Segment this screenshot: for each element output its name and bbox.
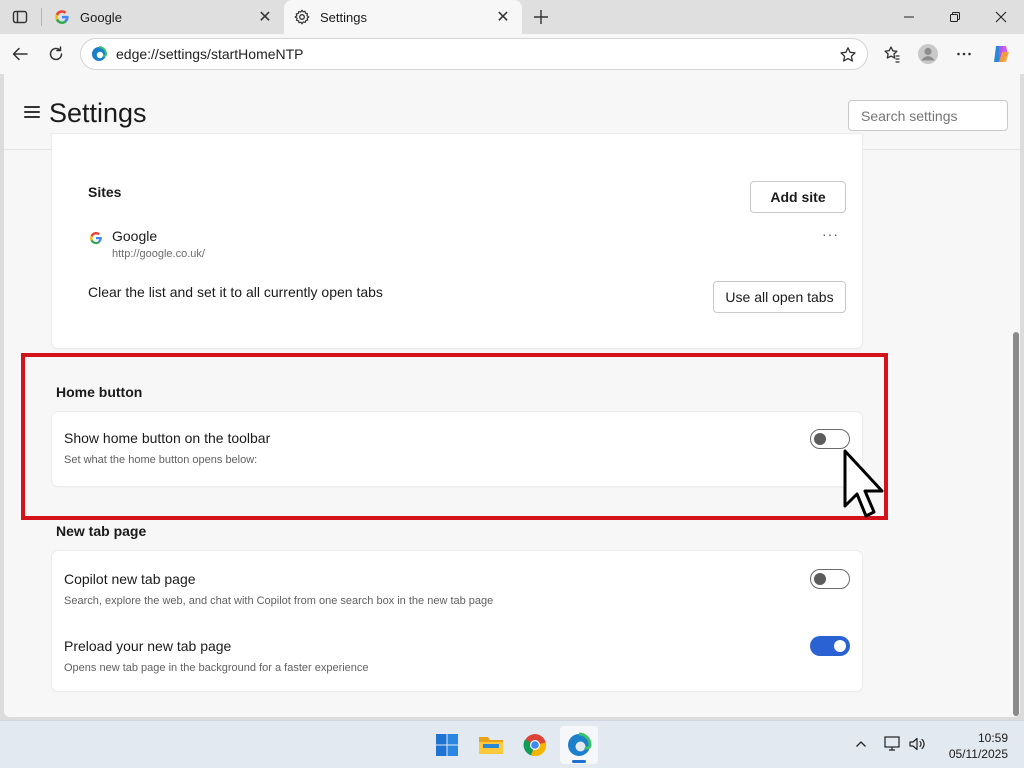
close-tab-icon[interactable]: ✕ — [256, 8, 274, 26]
new-tab-page-card: Copilot new tab page Search, explore the… — [52, 551, 862, 691]
volume-icon[interactable] — [906, 733, 928, 755]
copilot-new-tab-toggle[interactable] — [810, 569, 850, 589]
browser-toolbar: edge://settings/startHomeNTP — [0, 34, 1024, 74]
add-site-button[interactable]: Add site — [750, 181, 846, 213]
profile-avatar-icon[interactable] — [914, 40, 942, 68]
windows-start-icon[interactable] — [428, 726, 466, 764]
tab-title: Settings — [320, 9, 367, 25]
new-tab-page-section-title: New tab page — [56, 523, 147, 539]
tab-settings[interactable]: Settings ✕ — [284, 0, 522, 34]
system-clock[interactable]: 10:59 05/11/2025 — [930, 730, 1008, 762]
site-name: Google — [112, 228, 158, 244]
clock-time: 10:59 — [977, 731, 1008, 745]
windows-taskbar: 10:59 05/11/2025 — [0, 720, 1024, 768]
preload-new-tab-description: Opens new tab page in the background for… — [64, 662, 369, 674]
site-more-options-icon[interactable]: ··· — [822, 226, 839, 242]
close-window-icon[interactable] — [978, 0, 1024, 34]
address-bar[interactable]: edge://settings/startHomeNTP — [80, 38, 868, 70]
mouse-cursor-icon — [843, 449, 884, 518]
settings-page: Settings Sites Add site Google http://go… — [4, 74, 1020, 717]
home-button-card: Show home button on the toolbar Set what… — [52, 412, 862, 486]
back-icon[interactable] — [6, 40, 34, 68]
edge-icon — [92, 46, 107, 61]
chrome-icon[interactable] — [516, 726, 554, 764]
tab-strip: Google ✕ Settings ✕ — [0, 0, 1024, 34]
use-all-open-tabs-button[interactable]: Use all open tabs — [713, 281, 846, 313]
favorites-icon[interactable] — [878, 40, 906, 68]
restore-icon[interactable] — [932, 0, 978, 34]
show-home-button-toggle[interactable] — [810, 429, 850, 449]
copilot-new-tab-title: Copilot new tab page — [64, 571, 196, 587]
preload-new-tab-title: Preload your new tab page — [64, 638, 232, 654]
clear-list-text: Clear the list and set it to all current… — [88, 284, 383, 300]
more-menu-icon[interactable] — [950, 40, 978, 68]
new-tab-icon[interactable] — [528, 4, 554, 30]
file-explorer-icon[interactable] — [472, 726, 510, 764]
preload-new-tab-toggle[interactable] — [810, 636, 850, 656]
site-url: http://google.co.uk/ — [112, 248, 205, 260]
page-scrollbar[interactable] — [1012, 78, 1020, 718]
sites-card: Sites Add site Google http://google.co.u… — [52, 134, 862, 348]
show-home-button-description: Set what the home button opens below: — [64, 454, 258, 466]
network-icon[interactable] — [882, 733, 904, 755]
tab-google[interactable]: Google ✕ — [44, 0, 284, 34]
gear-icon — [294, 9, 310, 25]
address-text: edge://settings/startHomeNTP — [116, 46, 304, 62]
search-settings-input[interactable] — [848, 100, 1008, 131]
tab-actions-icon[interactable] — [6, 4, 34, 30]
tab-separator — [41, 8, 42, 26]
menu-hamburger-icon[interactable] — [24, 106, 40, 118]
scrollbar-thumb[interactable] — [1013, 332, 1019, 716]
sites-label: Sites — [88, 184, 122, 200]
show-home-button-title: Show home button on the toolbar — [64, 430, 271, 446]
copilot-icon[interactable] — [987, 40, 1015, 68]
google-g-icon — [90, 232, 102, 245]
tab-title: Google — [80, 9, 122, 25]
clock-date: 05/11/2025 — [948, 747, 1008, 761]
edge-icon[interactable] — [560, 726, 598, 764]
minimize-icon[interactable] — [886, 0, 932, 34]
show-hidden-icons-chevron-icon[interactable] — [850, 733, 872, 755]
google-g-icon — [54, 9, 70, 25]
page-title: Settings — [49, 98, 147, 128]
close-tab-icon[interactable]: ✕ — [494, 8, 512, 26]
home-button-section-title: Home button — [56, 384, 143, 400]
refresh-icon[interactable] — [42, 40, 70, 68]
copilot-new-tab-description: Search, explore the web, and chat with C… — [64, 595, 494, 607]
favorite-star-icon[interactable] — [837, 44, 859, 66]
